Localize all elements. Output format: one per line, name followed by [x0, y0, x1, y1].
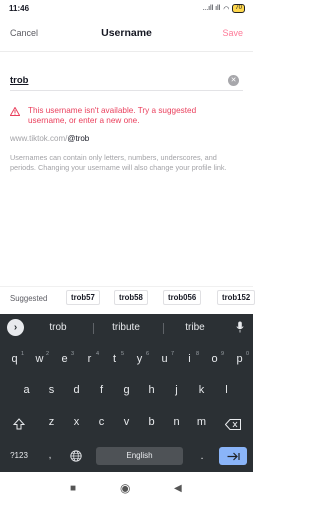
- key-i[interactable]: i8: [178, 347, 201, 371]
- back-icon[interactable]: ◀: [174, 483, 182, 494]
- key-e[interactable]: e3: [53, 347, 76, 371]
- profile-url: www.tiktok.com/@trob: [10, 134, 89, 143]
- chevron-right-icon[interactable]: ›: [7, 319, 24, 336]
- key-q[interactable]: q1: [3, 347, 26, 371]
- key-n[interactable]: n: [165, 410, 188, 434]
- comma-key[interactable]: ,: [40, 444, 60, 468]
- enter-arrow-icon: [227, 452, 240, 461]
- help-text: Usernames can contain only letters, numb…: [10, 153, 227, 172]
- clear-icon[interactable]: ✕: [228, 75, 239, 86]
- key-v[interactable]: v: [115, 410, 138, 434]
- key-t[interactable]: t5: [103, 347, 126, 371]
- error-text: This username isn't available. Try a sug…: [28, 106, 197, 125]
- status-time: 11:46: [9, 4, 30, 13]
- battery-icon: 70: [232, 4, 245, 13]
- shift-icon: [12, 418, 26, 430]
- key-h[interactable]: h: [140, 378, 163, 402]
- key-u[interactable]: u7: [153, 347, 176, 371]
- period-key[interactable]: .: [193, 444, 211, 468]
- status-bar: 11:46 ...ıll ıll ◠ 70: [0, 0, 253, 18]
- username-field[interactable]: trob ✕: [10, 73, 243, 91]
- key-w[interactable]: w2: [28, 347, 51, 371]
- error-message: This username isn't available. Try a sug…: [10, 106, 243, 126]
- shift-key[interactable]: [6, 412, 32, 436]
- prediction-row: › trob tribute tribe: [0, 314, 253, 342]
- recents-icon[interactable]: ■: [70, 483, 76, 494]
- username-input[interactable]: trob: [10, 75, 28, 86]
- key-z[interactable]: z: [40, 410, 63, 434]
- prediction-divider: [93, 323, 94, 334]
- keyboard: › trob tribute tribe q1 w2 e3 r4 t5 y6 u…: [0, 314, 253, 472]
- enter-key[interactable]: [219, 447, 247, 465]
- prediction-word[interactable]: trob: [32, 322, 84, 333]
- suggested-label: Suggested: [10, 294, 48, 303]
- key-l[interactable]: l: [215, 378, 238, 402]
- key-x[interactable]: x: [65, 410, 88, 434]
- system-nav-bar: ■ ◉ ◀: [0, 472, 253, 505]
- backspace-key[interactable]: [219, 412, 247, 436]
- suggestion-chip[interactable]: trob152: [217, 290, 256, 305]
- suggestion-chip[interactable]: trob58: [114, 290, 148, 305]
- mic-icon[interactable]: [236, 321, 244, 333]
- prediction-word[interactable]: tribute: [98, 322, 154, 333]
- key-k[interactable]: k: [190, 378, 213, 402]
- key-b[interactable]: b: [140, 410, 163, 434]
- key-j[interactable]: j: [165, 378, 188, 402]
- space-key[interactable]: English: [96, 447, 183, 465]
- key-y[interactable]: y6: [128, 347, 151, 371]
- key-s[interactable]: s: [40, 378, 63, 402]
- globe-icon: [70, 450, 82, 462]
- header: Cancel Username Save: [0, 18, 253, 52]
- key-d[interactable]: d: [65, 378, 88, 402]
- backspace-icon: [224, 418, 241, 430]
- prediction-divider: [163, 323, 164, 334]
- url-prefix: www.tiktok.com/: [10, 134, 68, 143]
- key-f[interactable]: f: [90, 378, 113, 402]
- key-c[interactable]: c: [90, 410, 113, 434]
- key-p[interactable]: p0: [228, 347, 251, 371]
- key-m[interactable]: m: [190, 410, 213, 434]
- url-handle: @trob: [67, 134, 90, 143]
- signal-icon: ...ıll ıll: [202, 5, 221, 12]
- prediction-word[interactable]: tribe: [168, 322, 222, 333]
- key-o[interactable]: o9: [203, 347, 226, 371]
- key-r[interactable]: r4: [78, 347, 101, 371]
- comma-label: ,: [48, 450, 52, 461]
- save-button[interactable]: Save: [222, 28, 243, 38]
- language-key[interactable]: [64, 444, 88, 468]
- home-icon[interactable]: ◉: [120, 481, 130, 495]
- suggestion-chip[interactable]: trob57: [66, 290, 100, 305]
- key-g[interactable]: g: [115, 378, 138, 402]
- warning-icon: [10, 107, 20, 116]
- page-title: Username: [101, 27, 152, 39]
- key-a[interactable]: a: [15, 378, 38, 402]
- suggestion-bar: Suggested trob57 trob58 trob056 trob152: [0, 286, 256, 308]
- status-icons: ...ıll ıll ◠ 70: [202, 4, 245, 13]
- suggestion-chip[interactable]: trob056: [163, 290, 202, 305]
- wifi-icon: ◠: [223, 5, 230, 13]
- symbols-key[interactable]: ?123: [4, 444, 34, 468]
